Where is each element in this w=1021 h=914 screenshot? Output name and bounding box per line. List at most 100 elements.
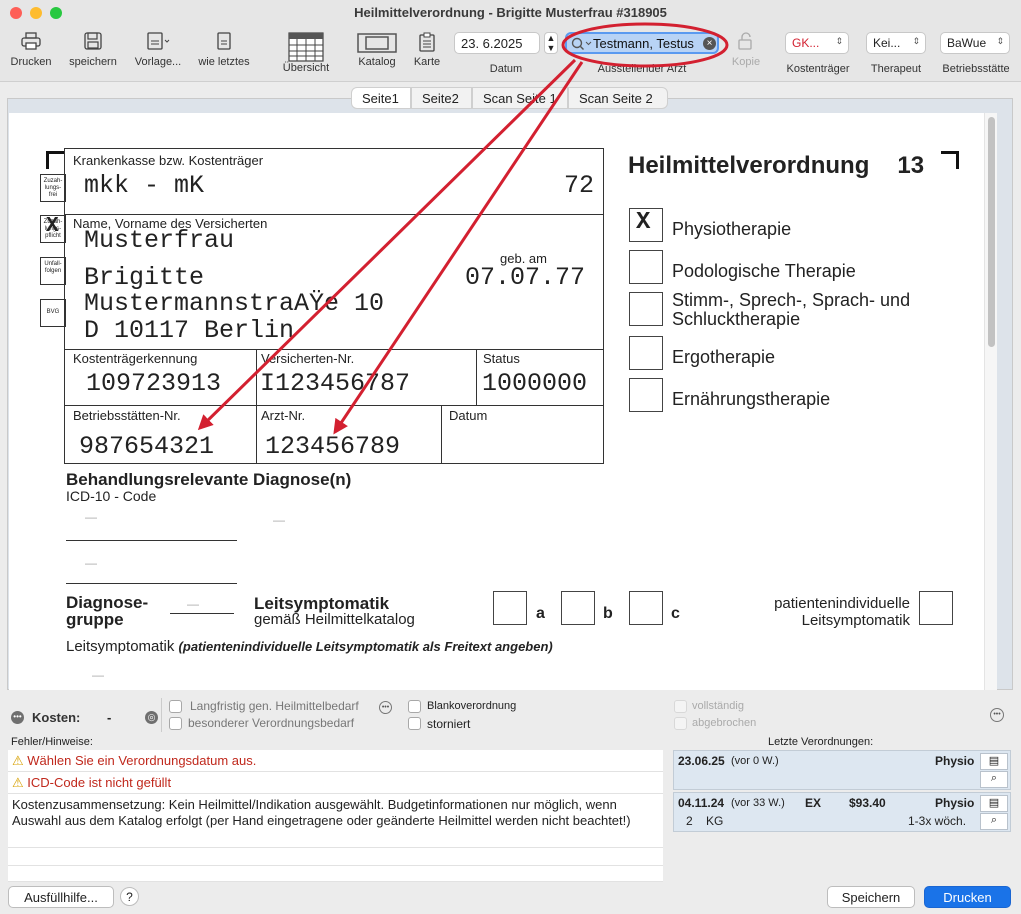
form-heading-text: Heilmittelverordnung bbox=[628, 152, 870, 179]
catalog-button[interactable]: Katalog bbox=[352, 32, 402, 80]
diagnosis-heading: Behandlungsrelevante Diagnose(n) bbox=[66, 470, 352, 489]
doctor-no-value[interactable]: 123456789 bbox=[265, 432, 400, 461]
freitext-placeholder[interactable]: — bbox=[92, 668, 104, 682]
tab-seite1[interactable]: Seite1 bbox=[351, 87, 411, 109]
like-last-button[interactable]: wie letztes bbox=[193, 32, 255, 80]
freitext-note: (patientenindividuelle Leitsymptomatik a… bbox=[178, 639, 553, 654]
blank-prescription-checkbox[interactable] bbox=[408, 700, 421, 713]
tab-scan-seite1[interactable]: Scan Seite 1 bbox=[472, 87, 568, 109]
patient-dob[interactable]: 07.07.77 bbox=[465, 263, 585, 292]
more-options-icon[interactable]: ••• bbox=[11, 711, 24, 724]
recent-ago: (vor 33 W.) bbox=[731, 797, 785, 809]
print-button[interactable]: Drucken bbox=[6, 32, 56, 80]
tab-scan-seite2[interactable]: Scan Seite 2 bbox=[568, 87, 668, 109]
magnifier-icon[interactable]: ⌕ bbox=[980, 813, 1008, 830]
leitsym-b-checkbox[interactable] bbox=[561, 591, 595, 625]
divider bbox=[441, 405, 442, 464]
recent-prescription-2[interactable]: 04.11.24 (vor 33 W.) EX $93.40 Physio 2 … bbox=[673, 792, 1011, 832]
messages-label: Fehler/Hinweise: bbox=[11, 736, 93, 748]
leitsym-a-label: a bbox=[536, 605, 545, 622]
table-grid-icon bbox=[288, 32, 324, 62]
scrollbar[interactable] bbox=[984, 113, 997, 690]
insurer-code[interactable]: 72 bbox=[564, 171, 594, 200]
longterm-checkbox[interactable] bbox=[169, 700, 182, 713]
side-box-exempt[interactable]: Zuzah- lungs- frei bbox=[40, 174, 66, 202]
save-toolbar-button[interactable]: speichern bbox=[63, 32, 123, 80]
cost-label: Kosten: bbox=[32, 710, 81, 725]
doctor-search-field[interactable]: Testmann, Testus × bbox=[565, 32, 719, 54]
side-box-bvg[interactable]: BVG bbox=[40, 299, 66, 327]
overview-button[interactable]: Übersicht bbox=[277, 32, 335, 80]
special-need-checkbox[interactable] bbox=[169, 717, 182, 730]
therapy-nutrition-checkbox[interactable] bbox=[629, 378, 663, 412]
card-button[interactable]: Karte bbox=[408, 32, 446, 80]
patient-indiv-label: patientenindividuelle Leitsymptomatik bbox=[774, 595, 910, 629]
print-footer-button[interactable]: Drucken bbox=[924, 886, 1011, 908]
site-select[interactable]: BaWue ⇕ bbox=[940, 32, 1010, 54]
insured-no-value[interactable]: I123456787 bbox=[260, 369, 410, 398]
tab-seite2[interactable]: Seite2 bbox=[411, 87, 472, 109]
open-document-icon[interactable]: ▤ bbox=[980, 753, 1008, 770]
scrollbar-thumb[interactable] bbox=[988, 117, 995, 347]
icd-placeholder-1[interactable]: — bbox=[85, 510, 97, 524]
side-box-accident[interactable]: Unfall- folgen bbox=[40, 257, 66, 285]
payer-select[interactable]: GK... ⇕ bbox=[785, 32, 849, 54]
fill-help-button[interactable]: Ausfüllhilfe... bbox=[8, 886, 114, 908]
warning-icon: ⚠ bbox=[12, 753, 24, 768]
recent-frequency: 1-3x wöch. bbox=[908, 814, 967, 828]
longterm-info-icon[interactable]: ••• bbox=[379, 701, 392, 714]
insurer-value[interactable]: mkk - mK bbox=[84, 171, 204, 200]
therapy-ergo-checkbox[interactable] bbox=[629, 336, 663, 370]
longterm-label: Langfristig gen. Heilmittelbedarf bbox=[190, 699, 359, 713]
status-value[interactable]: 1000000 bbox=[482, 369, 587, 398]
payer-select-value: GK... bbox=[792, 36, 820, 50]
cancelled-checkbox[interactable] bbox=[408, 717, 421, 730]
patient-street[interactable]: MustermannstraAŸe 10 bbox=[84, 289, 384, 318]
patient-first-name[interactable]: Brigitte bbox=[84, 263, 204, 292]
template-button[interactable]: Vorlage... bbox=[130, 32, 186, 80]
payer-id-label: Kostenträgerkennung bbox=[73, 351, 198, 366]
aborted-label: abgebrochen bbox=[692, 717, 757, 729]
patient-last-name[interactable]: Musterfrau bbox=[84, 226, 234, 255]
more-actions-icon[interactable]: ••• bbox=[990, 708, 1004, 722]
copy-label: Kopie bbox=[731, 56, 761, 68]
date-input[interactable]: 23. 6.2025 bbox=[454, 32, 540, 54]
open-document-icon[interactable]: ▤ bbox=[980, 795, 1008, 812]
leitsym-a-checkbox[interactable] bbox=[493, 591, 527, 625]
recent-prescription-1[interactable]: 23.06.25 (vor 0 W.) Physio ▤ ⌕ bbox=[673, 750, 1011, 790]
cost-calc-icon[interactable]: ◎ bbox=[145, 711, 158, 724]
patient-indiv-checkbox[interactable] bbox=[919, 591, 953, 625]
therapy-nutrition-label: Ernährungstherapie bbox=[672, 389, 831, 409]
save-button[interactable]: Speichern bbox=[827, 886, 915, 908]
clear-search-icon[interactable]: × bbox=[703, 37, 716, 50]
aborted-checkbox[interactable] bbox=[674, 717, 687, 730]
therapy-podology-checkbox[interactable] bbox=[629, 250, 663, 284]
prescription-form: Zuzah- lungs- frei Zuzah- lungs- pflicht… bbox=[9, 113, 997, 690]
insured-no-label: Versicherten-Nr. bbox=[261, 351, 355, 366]
payer-id-value[interactable]: 109723913 bbox=[86, 369, 254, 398]
complete-checkbox[interactable] bbox=[674, 700, 687, 713]
side-box-x-mark: X bbox=[46, 215, 59, 238]
recent-code: EX bbox=[805, 796, 822, 810]
form-date-label: Datum bbox=[449, 408, 488, 423]
warning-text-2: ICD-Code ist nicht gefüllt bbox=[27, 775, 172, 790]
magnifier-icon[interactable]: ⌕ bbox=[980, 771, 1008, 788]
diagnosis-group-placeholder: — bbox=[187, 597, 199, 611]
site-no-value[interactable]: 987654321 bbox=[79, 432, 214, 461]
help-button[interactable]: ? bbox=[120, 887, 139, 906]
freitext-lead: Leitsymptomatik bbox=[66, 638, 175, 655]
catalog-icon bbox=[357, 33, 397, 53]
patient-city[interactable]: D 10117 Berlin bbox=[84, 316, 294, 345]
warning-icon: ⚠ bbox=[12, 775, 24, 790]
copy-button[interactable]: Kopie bbox=[728, 32, 764, 80]
therapist-select[interactable]: Kei... ⇕ bbox=[866, 32, 926, 54]
date-stepper[interactable]: ▲ ▼ bbox=[544, 32, 558, 54]
doctor-label: Ausstellender Arzt bbox=[597, 63, 687, 75]
therapy-speech-checkbox[interactable] bbox=[629, 292, 663, 326]
divider bbox=[66, 540, 237, 541]
leitsym-c-checkbox[interactable] bbox=[629, 591, 663, 625]
icd-placeholder-2[interactable]: — bbox=[273, 513, 285, 527]
diagnosis-group-field[interactable] bbox=[170, 613, 234, 614]
icd-placeholder-3[interactable]: — bbox=[85, 556, 97, 570]
message-empty-row bbox=[8, 866, 663, 882]
